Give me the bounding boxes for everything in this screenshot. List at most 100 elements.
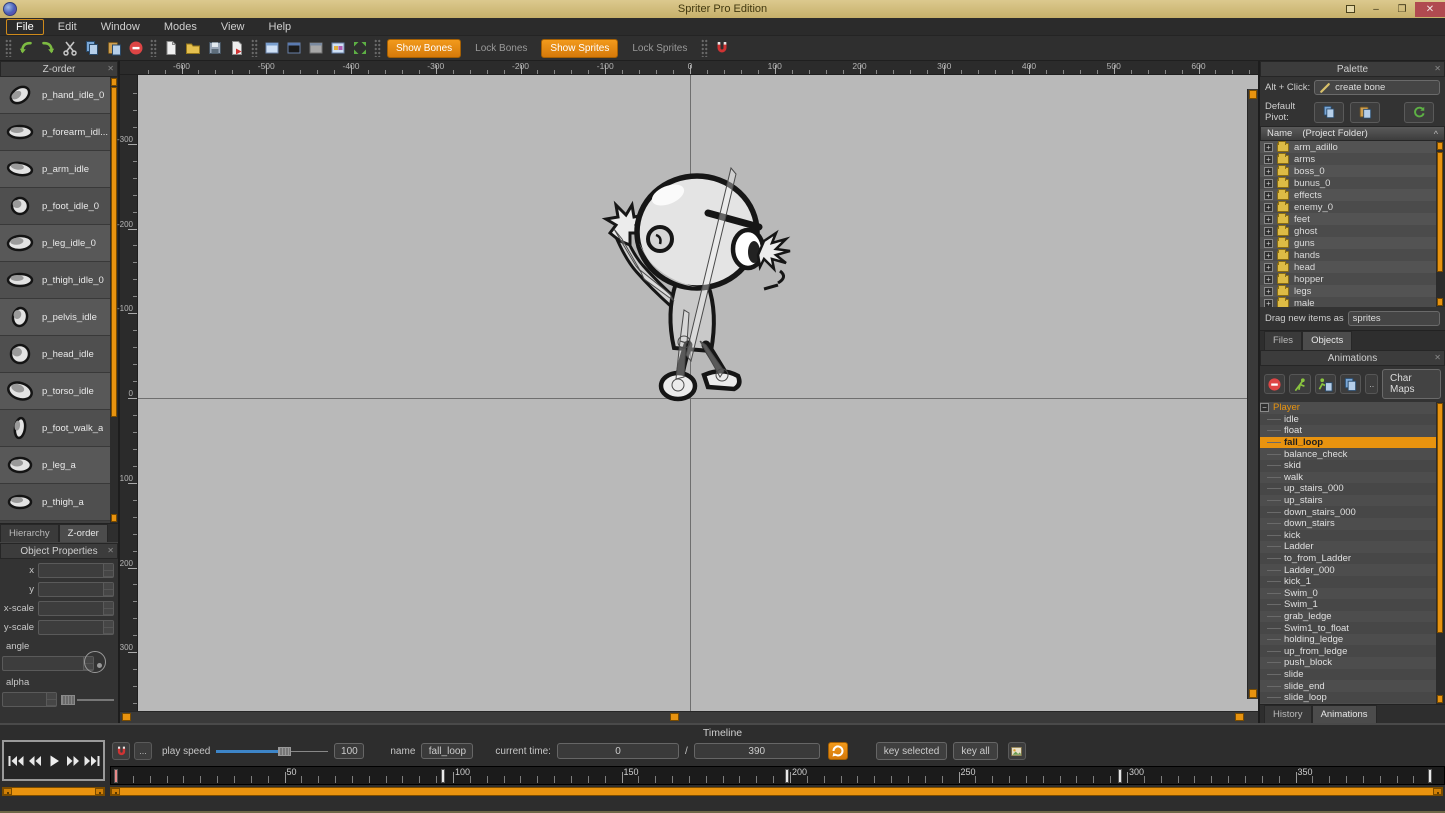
animation-item[interactable]: balance_check xyxy=(1260,448,1436,460)
new-animation-button[interactable] xyxy=(1289,374,1310,394)
key-all-sprites-button[interactable] xyxy=(1008,742,1026,760)
animation-item[interactable]: Swim_0 xyxy=(1260,588,1436,600)
x-scale-field[interactable] xyxy=(38,601,114,616)
drag-new-items-dropdown[interactable]: sprites xyxy=(1348,311,1440,326)
keyframe-marker[interactable] xyxy=(114,769,118,783)
total-time-field[interactable]: 390 xyxy=(694,743,820,759)
zorder-item[interactable]: p_thigh_a xyxy=(0,484,110,521)
import-icon[interactable] xyxy=(226,38,248,58)
alpha-slider-handle[interactable] xyxy=(61,695,75,705)
window-light-icon[interactable] xyxy=(261,38,283,58)
tab-history[interactable]: History xyxy=(1264,705,1312,723)
chevron-up-icon[interactable]: ^ xyxy=(1434,129,1438,139)
animation-item[interactable]: to_from_Ladder xyxy=(1260,553,1436,565)
expand-plus-icon[interactable]: + xyxy=(1264,251,1273,260)
animation-root[interactable]: −Player xyxy=(1260,402,1436,414)
animation-item[interactable]: walk xyxy=(1260,472,1436,484)
expand-plus-icon[interactable]: + xyxy=(1264,167,1273,176)
titlebar-extra-icon[interactable] xyxy=(1337,2,1363,17)
animation-item[interactable]: float xyxy=(1260,425,1436,437)
alpha-spinner[interactable] xyxy=(46,693,56,706)
more-animations-button[interactable]: .. xyxy=(1365,374,1378,394)
scroll-down-icon[interactable] xyxy=(1437,298,1443,306)
expand-plus-icon[interactable]: + xyxy=(1264,215,1273,224)
more-options-button[interactable]: ... xyxy=(134,742,152,760)
tab-files[interactable]: Files xyxy=(1264,331,1302,350)
menu-view[interactable]: View xyxy=(211,19,255,35)
expand-plus-icon[interactable]: + xyxy=(1264,227,1273,236)
scroll-right-icon[interactable] xyxy=(1433,788,1442,795)
menu-help[interactable]: Help xyxy=(259,19,302,35)
next-frame-button[interactable] xyxy=(63,748,82,774)
restore-button[interactable]: ❐ xyxy=(1389,2,1415,17)
scroll-left-icon[interactable] xyxy=(122,713,131,721)
timeline-ruler[interactable]: 50100150200250300350 xyxy=(110,766,1445,785)
folder-row[interactable]: +head xyxy=(1260,261,1436,273)
animation-item[interactable]: Swim1_to_float xyxy=(1260,622,1436,634)
scroll-up-icon[interactable] xyxy=(111,78,117,86)
animation-item[interactable]: slide_loop xyxy=(1260,692,1436,704)
angle-dial[interactable] xyxy=(84,651,106,673)
folder-row[interactable]: +boss_0 xyxy=(1260,165,1436,177)
open-folder-icon[interactable] xyxy=(182,38,204,58)
menu-edit[interactable]: Edit xyxy=(48,19,87,35)
canvas-vertical-scrollbar[interactable] xyxy=(1247,89,1258,699)
zorder-item[interactable]: p_thigh_idle_0 xyxy=(0,262,110,299)
animation-item[interactable]: grab_ledge xyxy=(1260,611,1436,623)
skip-to-end-button[interactable] xyxy=(82,748,101,774)
folder-row[interactable]: +hopper xyxy=(1260,273,1436,285)
scroll-handle[interactable] xyxy=(670,713,679,721)
timeline-scrollbar[interactable] xyxy=(110,787,1443,796)
zorder-item[interactable]: p_pelvis_idle xyxy=(0,299,110,336)
folder-row[interactable]: +guns xyxy=(1260,237,1436,249)
save-icon[interactable] xyxy=(204,38,226,58)
scroll-down-icon[interactable] xyxy=(1437,695,1443,703)
loop-playback-button[interactable] xyxy=(828,742,848,760)
keyframe-marker[interactable] xyxy=(1428,769,1432,783)
collapse-minus-icon[interactable]: − xyxy=(1260,403,1269,412)
animations-scrollbar[interactable] xyxy=(1436,402,1445,704)
animation-item[interactable]: Swim_1 xyxy=(1260,599,1436,611)
character-sprite[interactable] xyxy=(596,163,801,408)
scroll-handle[interactable] xyxy=(1437,152,1443,272)
menu-window[interactable]: Window xyxy=(91,19,150,35)
animation-item[interactable]: up_from_ledge xyxy=(1260,645,1436,657)
animation-item[interactable]: down_stairs xyxy=(1260,518,1436,530)
scroll-handle[interactable] xyxy=(1437,403,1443,633)
keyframe-marker[interactable] xyxy=(785,769,789,783)
close-icon[interactable] xyxy=(107,546,114,555)
folder-row[interactable]: +hands xyxy=(1260,249,1436,261)
zorder-item[interactable]: p_foot_walk_a xyxy=(0,410,110,447)
animation-item[interactable]: kick xyxy=(1260,530,1436,542)
tab-z-order[interactable]: Z-order xyxy=(59,524,108,542)
animation-item[interactable]: skid xyxy=(1260,460,1436,472)
expand-plus-icon[interactable]: + xyxy=(1264,143,1273,152)
folder-row[interactable]: +effects xyxy=(1260,189,1436,201)
scroll-up-icon[interactable] xyxy=(1249,90,1257,99)
animation-item[interactable]: Ladder_000 xyxy=(1260,564,1436,576)
show-bones-button[interactable]: Show Bones xyxy=(387,39,461,58)
expand-plus-icon[interactable]: + xyxy=(1264,203,1273,212)
zorder-item[interactable]: p_forearm_idl... xyxy=(0,114,110,151)
tab-hierarchy[interactable]: Hierarchy xyxy=(0,524,59,542)
scroll-down-icon[interactable] xyxy=(1249,689,1257,698)
new-file-icon[interactable] xyxy=(160,38,182,58)
animation-item[interactable]: push_block xyxy=(1260,657,1436,669)
scroll-up-icon[interactable] xyxy=(1437,142,1443,150)
play-speed-handle[interactable] xyxy=(278,747,291,756)
scroll-right-icon[interactable] xyxy=(95,788,104,795)
current-time-field[interactable]: 0 xyxy=(557,743,679,759)
minimize-button[interactable]: – xyxy=(1363,2,1389,17)
zorder-item[interactable]: p_arm_idle xyxy=(0,151,110,188)
folder-row[interactable]: +ghost xyxy=(1260,225,1436,237)
play-button[interactable] xyxy=(44,748,63,774)
playback-scrollbar[interactable] xyxy=(2,787,105,796)
angle-field[interactable] xyxy=(2,656,94,671)
keyframe-marker[interactable] xyxy=(1118,769,1122,783)
char-maps-button[interactable]: Char Maps xyxy=(1382,369,1441,399)
x-field[interactable] xyxy=(38,563,114,578)
palette-tree-header[interactable]: Name (Project Folder) ^ xyxy=(1260,126,1445,141)
undo-icon[interactable] xyxy=(15,38,37,58)
animation-item[interactable]: holding_ledge xyxy=(1260,634,1436,646)
expand-plus-icon[interactable]: + xyxy=(1264,179,1273,188)
